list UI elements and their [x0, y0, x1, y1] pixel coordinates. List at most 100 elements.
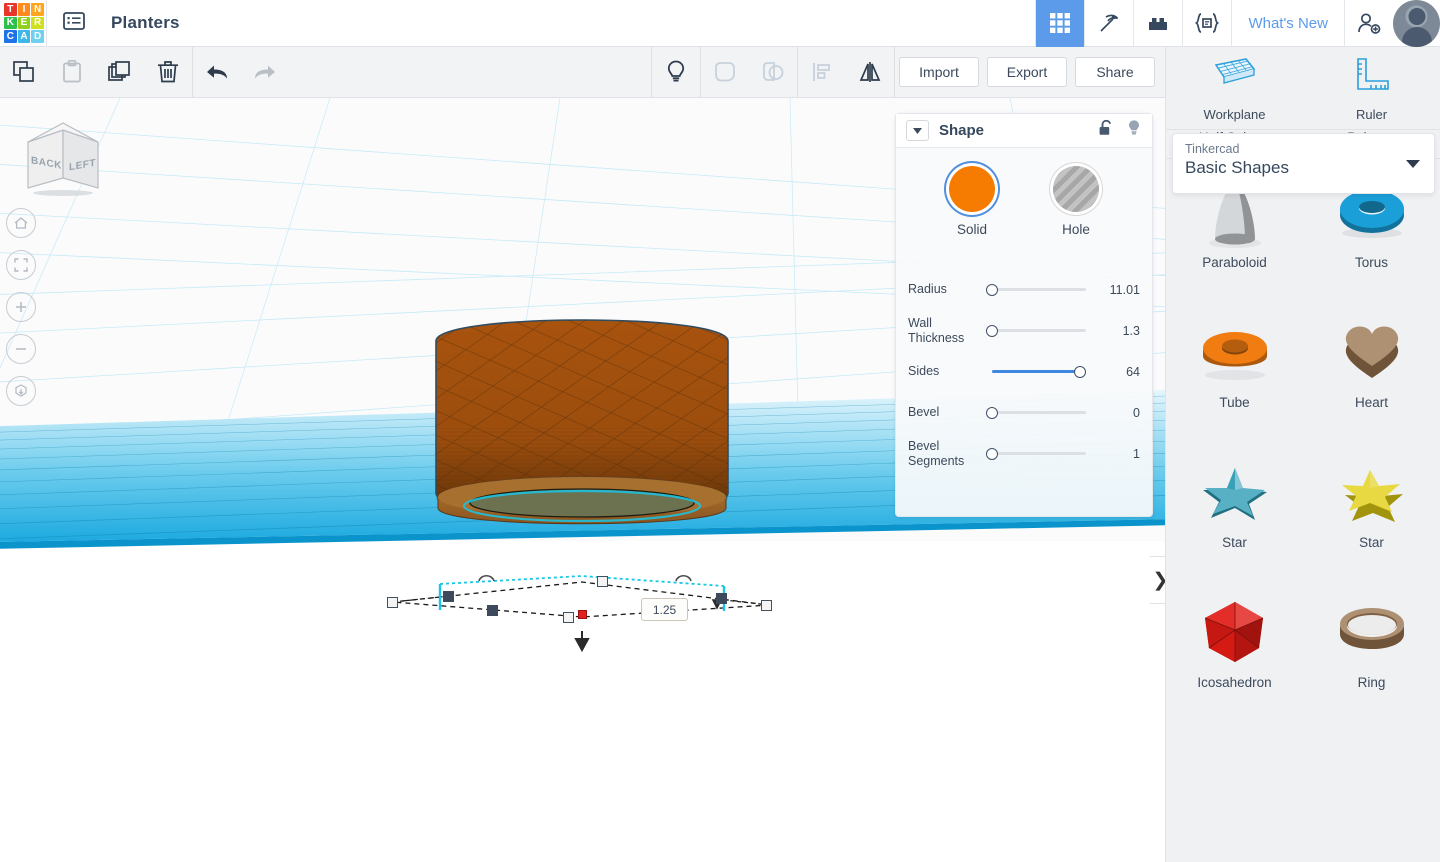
- view-cube[interactable]: BACK LEFT: [20, 118, 106, 204]
- star-3d-icon: [1326, 449, 1418, 533]
- scale-handle-right[interactable]: [761, 600, 772, 611]
- document-title[interactable]: Planters: [111, 13, 180, 33]
- slider-row-wall-thickness: Wall Thickness 1.3: [908, 310, 1140, 351]
- shape-cell-ring-7[interactable]: Ring: [1303, 579, 1440, 719]
- top-bar: TIN KER CAD Planters What's New: [0, 0, 1440, 47]
- documents-list-button[interactable]: [47, 0, 101, 47]
- ruler-tool[interactable]: Ruler: [1303, 47, 1440, 129]
- whats-new-link[interactable]: What's New: [1231, 0, 1344, 47]
- slider-knob-2[interactable]: [1074, 365, 1086, 378]
- hole-label: Hole: [1062, 222, 1090, 237]
- shape-cell-label: Torus: [1354, 255, 1388, 270]
- dimension-tooltip: 1.25: [641, 598, 688, 621]
- lightbulb-icon[interactable]: [1126, 119, 1142, 143]
- codeblocks-icon[interactable]: [1182, 0, 1231, 47]
- slider-value-4: 1: [1133, 446, 1140, 461]
- slider-value-2: 64: [1126, 364, 1140, 379]
- solid-swatch[interactable]: Solid: [949, 166, 995, 237]
- shape-inspector-panel: Shape Solid Hole Radius 11.01 Wall Thick…: [895, 113, 1153, 517]
- icosahedron-icon: [1189, 589, 1281, 673]
- slider-row-bevel-segments: Bevel Segments 1: [908, 433, 1140, 474]
- shape-cell-label: Star: [1359, 535, 1384, 550]
- scale-handle-top[interactable]: [597, 576, 608, 587]
- slider-label-0: Radius: [908, 282, 947, 297]
- slider-label-3: Bevel: [908, 405, 940, 420]
- logo-tile-e-4: E: [17, 16, 31, 30]
- zoom-out-button[interactable]: [6, 334, 36, 364]
- logo-tile-a-7: A: [17, 30, 31, 43]
- logo-tile-c-6: C: [4, 30, 17, 43]
- corner-handle-back-left[interactable]: [443, 591, 454, 602]
- shape-cell-star-4[interactable]: Star: [1166, 439, 1303, 579]
- notes-button[interactable]: [652, 47, 700, 97]
- shape-panel-body: Solid Hole Radius 11.01 Wall Thickness 1.3 S…: [896, 148, 1152, 474]
- undo-button[interactable]: [193, 47, 241, 97]
- slider-knob-3[interactable]: [986, 406, 998, 419]
- slider-track-1[interactable]: [984, 322, 1102, 340]
- user-avatar[interactable]: [1393, 0, 1440, 47]
- shape-cell-label: Paraboloid: [1202, 255, 1267, 270]
- slider-track-4[interactable]: [984, 445, 1102, 463]
- redo-button[interactable]: [241, 47, 289, 97]
- workplane-tool[interactable]: Workplane: [1166, 47, 1303, 129]
- import-button[interactable]: Import: [899, 57, 979, 87]
- shape-thumbnail-grid[interactable]: Half Sphere Polygon ParaboloidTorusTubeH…: [1166, 130, 1440, 862]
- tinkercad-logo[interactable]: TIN KER CAD: [2, 1, 46, 45]
- hole-swatch[interactable]: Hole: [1053, 166, 1099, 237]
- slider-track-0[interactable]: [984, 281, 1102, 299]
- solid-label: Solid: [956, 222, 988, 237]
- logo-tile-i-1: I: [17, 3, 31, 16]
- chevron-down-icon[interactable]: [906, 120, 929, 141]
- corner-handle-front-left[interactable]: [487, 605, 498, 616]
- paste-button[interactable]: [48, 47, 96, 97]
- copy-button[interactable]: [0, 47, 48, 97]
- shape-cell-tube-2[interactable]: Tube: [1166, 299, 1303, 439]
- logo-tile-t-0: T: [4, 3, 17, 16]
- mirror-button[interactable]: [846, 47, 894, 97]
- shape-cell-label: Tube: [1219, 395, 1250, 410]
- collapse-panel-button[interactable]: ❯: [1150, 556, 1165, 604]
- align-button[interactable]: [798, 47, 846, 97]
- export-button[interactable]: Export: [987, 57, 1067, 87]
- slider-track-bg: [992, 452, 1086, 455]
- add-person-icon[interactable]: [1344, 0, 1393, 47]
- home-view-button[interactable]: [6, 208, 36, 238]
- heart-icon: [1326, 309, 1418, 393]
- divider: [894, 47, 895, 97]
- lego-brick-icon[interactable]: [1133, 0, 1182, 47]
- logo-tile-d-8: D: [31, 30, 44, 43]
- height-handle[interactable]: [578, 610, 587, 619]
- scale-handle-bottom[interactable]: [563, 612, 574, 623]
- unlock-icon[interactable]: [1098, 119, 1114, 142]
- slider-knob-4[interactable]: [986, 447, 998, 460]
- shape-cell-icosahedron-6[interactable]: Icosahedron: [1166, 579, 1303, 719]
- zoom-in-button[interactable]: [6, 292, 36, 322]
- grid-icon[interactable]: [1035, 0, 1085, 47]
- shape-panel-title: Shape: [939, 122, 985, 139]
- delete-button[interactable]: [144, 47, 192, 97]
- shape-row: Tube Heart: [1166, 299, 1440, 439]
- slider-knob-1[interactable]: [986, 324, 998, 337]
- corner-handle-back-right[interactable]: [716, 593, 727, 604]
- slider-label-4: Bevel Segments: [908, 439, 965, 468]
- fit-view-button[interactable]: [6, 250, 36, 280]
- scale-handle-left[interactable]: [387, 597, 398, 608]
- solid-color-circle: [949, 166, 995, 212]
- library-collection-dropdown[interactable]: Tinkercad Basic Shapes: [1172, 133, 1435, 194]
- pickaxe-icon[interactable]: [1084, 0, 1133, 47]
- slider-knob-0[interactable]: [986, 283, 998, 296]
- shape-cells-host: Paraboloid Torus Tube Heart Star Star Icosahed…: [1166, 159, 1440, 719]
- slider-track-2[interactable]: [984, 363, 1102, 381]
- shape-cell-star-5[interactable]: Star: [1303, 439, 1440, 579]
- ungroup-button[interactable]: [749, 47, 797, 97]
- ring-icon: [1326, 589, 1418, 673]
- duplicate-button[interactable]: [96, 47, 144, 97]
- slider-label-2: Sides: [908, 364, 940, 379]
- shape-cell-heart-3[interactable]: Heart: [1303, 299, 1440, 439]
- projection-toggle-button[interactable]: [6, 376, 36, 406]
- share-button[interactable]: Share: [1075, 57, 1155, 87]
- star-flat-icon: [1189, 449, 1281, 533]
- slider-track-3[interactable]: [984, 404, 1102, 422]
- group-button[interactable]: [701, 47, 749, 97]
- logo-tile-k-3: K: [4, 16, 17, 30]
